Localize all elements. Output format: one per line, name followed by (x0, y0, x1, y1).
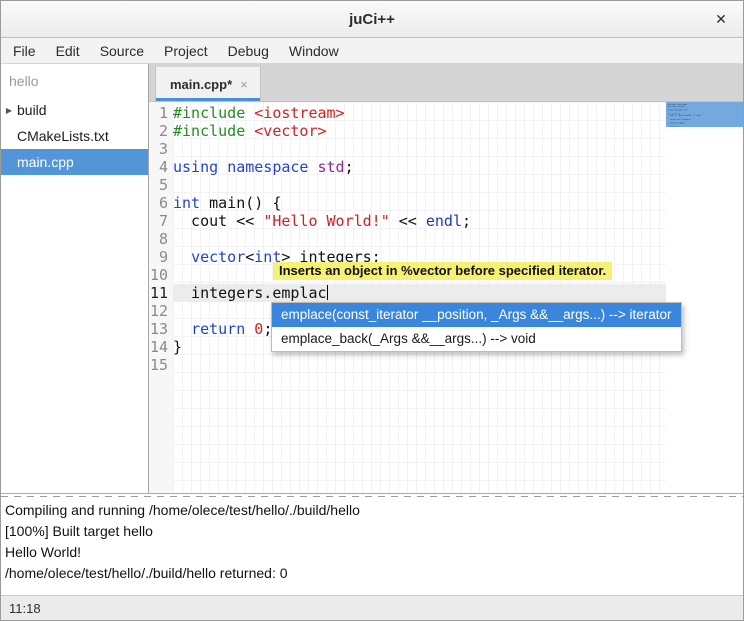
line-number: 3 (149, 140, 168, 158)
code-token: #include (173, 104, 254, 122)
code-token: std (318, 158, 345, 176)
minimap-code-preview: #include <iostream>#include <vector> usi… (668, 104, 743, 127)
code-token (173, 248, 191, 266)
tab-close-icon[interactable]: × (240, 77, 248, 92)
active-tab-indicator (156, 98, 260, 101)
code-line[interactable]: #include <iostream> (173, 104, 666, 122)
code-token: vector (191, 248, 245, 266)
line-number: 14 (149, 338, 168, 356)
code-token: #include (173, 122, 254, 140)
code-token: cout << (173, 212, 263, 230)
line-number: 10 (149, 266, 168, 284)
output-resize-handle[interactable] (1, 493, 743, 498)
autocomplete-item[interactable]: emplace_back(_Args &&__args...) --> void (272, 327, 681, 351)
code-token: <iostream> (254, 104, 344, 122)
menu-debug[interactable]: Debug (218, 38, 279, 63)
line-number: 7 (149, 212, 168, 230)
tree-item-main-cpp[interactable]: main.cpp (1, 149, 148, 175)
code-editor[interactable]: 123456789101112131415 #include <iostream… (149, 102, 743, 493)
code-token (308, 158, 317, 176)
autocomplete-popup: emplace(const_iterator __position, _Args… (271, 302, 682, 352)
code-token: < (245, 248, 254, 266)
code-line[interactable] (173, 356, 666, 374)
tree-item-label: main.cpp (17, 154, 74, 170)
title-bar: juCi++ ✕ (1, 1, 743, 38)
menu-file[interactable]: File (3, 38, 46, 63)
code-token: int (173, 194, 200, 212)
code-token: ; (462, 212, 471, 230)
output-line: [100%] Built target hello (5, 521, 739, 542)
tree-item-cmakelists-txt[interactable]: CMakeLists.txt (1, 123, 148, 149)
tab-main-cpp[interactable]: main.cpp* × (155, 67, 261, 101)
code-token (245, 320, 254, 338)
file-tree: ▶build CMakeLists.txt main.cpp (1, 97, 148, 175)
code-token (218, 158, 227, 176)
code-token: ; (345, 158, 354, 176)
code-token: main() { (200, 194, 281, 212)
line-number: 5 (149, 176, 168, 194)
tree-item-build[interactable]: ▶build (1, 97, 148, 123)
menu-source[interactable]: Source (90, 38, 154, 63)
line-number: 13 (149, 320, 168, 338)
tree-item-label: CMakeLists.txt (17, 128, 109, 144)
code-token: integers.emplac (173, 284, 327, 302)
code-line[interactable] (173, 176, 666, 194)
code-token: "Hello World!" (263, 212, 389, 230)
code-token: return (191, 320, 245, 338)
line-number: 4 (149, 158, 168, 176)
code-area[interactable]: #include <iostream>#include <vector> usin… (173, 102, 666, 493)
close-window-button[interactable]: ✕ (711, 9, 731, 29)
code-line[interactable]: cout << "Hello World!" << endl; (173, 212, 666, 230)
line-number: 12 (149, 302, 168, 320)
window-title: juCi++ (1, 11, 743, 28)
main-area: hello ▶build CMakeLists.txt main.cpp main.… (1, 64, 743, 493)
code-line[interactable] (173, 140, 666, 158)
code-line[interactable]: #include <vector> (173, 122, 666, 140)
text-cursor (327, 285, 328, 300)
code-token: endl (426, 212, 462, 230)
menu-window[interactable]: Window (279, 38, 349, 63)
menu-project[interactable]: Project (154, 38, 218, 63)
minimap-scrollbar[interactable]: #include <iostream>#include <vector> usi… (666, 102, 743, 493)
line-number-gutter: 123456789101112131415 (149, 102, 173, 493)
line-number: 8 (149, 230, 168, 248)
minimap-viewport[interactable]: #include <iostream>#include <vector> usi… (666, 102, 743, 127)
status-time: 11:18 (1, 601, 41, 616)
tab-bar: main.cpp* × (149, 64, 743, 102)
tree-item-label: build (17, 102, 47, 118)
menu-edit[interactable]: Edit (46, 38, 90, 63)
code-line[interactable]: integers.emplac (173, 284, 666, 302)
output-line: Compiling and running /home/olece/test/h… (5, 500, 739, 521)
menu-bar: FileEditSourceProjectDebugWindow (1, 38, 743, 64)
code-token: 0 (254, 320, 263, 338)
tab-label: main.cpp* (170, 77, 232, 92)
code-token: using (173, 158, 218, 176)
line-number: 11 (149, 284, 168, 302)
line-number: 15 (149, 356, 168, 374)
line-number: 6 (149, 194, 168, 212)
code-token: <vector> (254, 122, 326, 140)
project-sidebar: hello ▶build CMakeLists.txt main.cpp (1, 64, 148, 493)
project-filter[interactable]: hello (1, 64, 148, 97)
line-number: 1 (149, 104, 168, 122)
output-panel: Compiling and running /home/olece/test/h… (1, 498, 743, 595)
output-line: /home/olece/test/hello/./build/hello ret… (5, 563, 739, 584)
code-token: } (173, 338, 182, 356)
code-line[interactable]: int main() { (173, 194, 666, 212)
code-line[interactable]: using namespace std; (173, 158, 666, 176)
code-line[interactable] (173, 230, 666, 248)
doc-tooltip: Inserts an object in %vector before spec… (273, 262, 612, 280)
status-bar: 11:18 (1, 595, 743, 620)
minimap-line: return 0; (668, 126, 743, 127)
autocomplete-item[interactable]: emplace(const_iterator __position, _Args… (272, 303, 681, 327)
code-token: << (390, 212, 426, 230)
expander-icon[interactable]: ▶ (1, 106, 17, 115)
editor-region: main.cpp* × 123456789101112131415 #inclu… (149, 64, 743, 493)
code-token (173, 320, 191, 338)
output-line: Hello World! (5, 542, 739, 563)
line-number: 9 (149, 248, 168, 266)
line-number: 2 (149, 122, 168, 140)
app-window: juCi++ ✕ FileEditSourceProjectDebugWindo… (0, 0, 744, 621)
code-token: namespace (227, 158, 308, 176)
